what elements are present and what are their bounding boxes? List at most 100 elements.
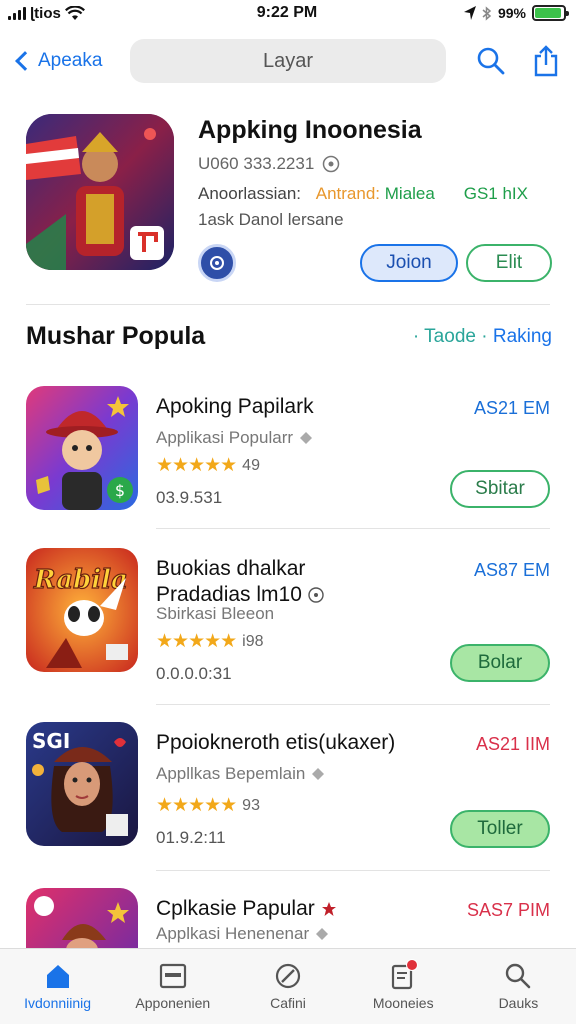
verified-icon: [312, 768, 325, 780]
app-action-button[interactable]: Toller: [450, 810, 550, 848]
join-button[interactable]: Joion: [360, 244, 458, 282]
app-name: Apoking Papilark: [156, 395, 314, 418]
share-icon[interactable]: [532, 45, 560, 77]
app-size: 0.0.0.0:31: [156, 664, 232, 683]
updates-icon: [388, 959, 419, 991]
list-item[interactable]: Rabila Buokias dhalkar Pradadias lm10 Sb…: [0, 548, 576, 698]
featured-app-title: Appking Inoonesia: [198, 116, 422, 144]
app-price: AS21 EM: [473, 398, 550, 418]
featured-app: Appking Inoonesia U060 333.2231 Anoorlas…: [0, 104, 576, 304]
info-icon: [323, 155, 340, 173]
rating-stars-icon: ★★★★★: [156, 631, 237, 652]
tab-label: Cafini: [270, 995, 306, 1011]
section-link-ranking[interactable]: Raking: [493, 326, 552, 347]
app-name-text: Cplkasie Papular: [156, 897, 315, 920]
tab-games[interactable]: Cafini: [230, 949, 345, 1024]
app-name: Cplkasie Papular: [156, 896, 337, 922]
featured-app-price: GS1 hIX: [463, 184, 528, 203]
tab-home[interactable]: Ivdonniinig: [0, 949, 115, 1024]
tab-label: Mooneies: [372, 995, 434, 1011]
divider: [156, 870, 550, 871]
back-label: Apeaka: [38, 50, 103, 71]
back-button[interactable]: Apeaka: [12, 50, 130, 72]
featured-app-tags: Anoorlassian: Antrand: Mialea GS1 hIX: [198, 184, 552, 204]
app-category-text: Applkasi Henenenar: [156, 924, 310, 943]
section-link-top[interactable]: · Taode ·: [413, 326, 488, 347]
section-header: Mushar Popula · Taode · Raking: [26, 322, 552, 351]
featured-app-stats-text: U060 333.2231: [198, 154, 315, 173]
status-time: 9:22 PM: [256, 4, 318, 21]
location-icon: [463, 6, 476, 20]
rating-count: 49: [242, 456, 260, 474]
app-category: Applkasi Henenenar: [156, 924, 329, 944]
signal-icon: [8, 6, 26, 20]
nav-bar: Apeaka Layar: [0, 32, 576, 90]
app-rating: ★★★★★ i98: [156, 630, 264, 653]
search-icon[interactable]: [476, 46, 506, 76]
svg-text:$: $: [115, 481, 125, 500]
tag-green: Mialea: [384, 184, 435, 203]
tab-label: Apponenien: [135, 995, 211, 1011]
app-category: Applikasi Popularr: [156, 428, 313, 448]
app-name: Ppoiokneroth etis(ukaxer): [156, 731, 396, 754]
apps-icon: [158, 961, 188, 991]
verified-icon: [316, 928, 329, 940]
featured-app-icon[interactable]: [26, 114, 174, 270]
edit-button[interactable]: Elit: [466, 244, 552, 282]
list-item[interactable]: $ Apoking Papilark Applikasi Popularr ★★…: [0, 386, 576, 536]
app-category: Sbirkasi Bleeon: [156, 604, 274, 624]
app-icon[interactable]: Rabila: [26, 548, 138, 672]
list-item[interactable]: SGI Ppoiokneroth etis(ukaxer) Appllkas B…: [0, 722, 576, 872]
app-icon[interactable]: [26, 888, 138, 948]
app-action-button[interactable]: Sbitar: [450, 470, 550, 508]
divider: [156, 704, 550, 705]
search-field[interactable]: Layar: [130, 39, 446, 83]
svg-text:Rabila: Rabila: [33, 565, 128, 595]
rating-count: i98: [242, 632, 264, 650]
app-icon[interactable]: $: [26, 386, 138, 510]
tab-search[interactable]: Dauks: [461, 949, 576, 1024]
star-badge-icon: [321, 902, 336, 916]
tab-apps[interactable]: Apponenien: [115, 949, 230, 1024]
divider: [156, 528, 550, 529]
list-item[interactable]: Cplkasie Papular Applkasi Henenenar SAS7…: [0, 888, 576, 948]
games-icon: [273, 961, 303, 991]
section-links[interactable]: · Taode · Raking: [413, 326, 552, 348]
tab-label: Dauks: [498, 995, 539, 1011]
featured-app-subtitle: 1ask Danol lersane: [198, 210, 344, 229]
battery-icon: [532, 5, 569, 21]
home-icon: [43, 961, 73, 991]
developer-badge-icon[interactable]: [198, 244, 236, 282]
rating-stars-icon: ★★★★★: [156, 455, 237, 476]
app-icon[interactable]: SGI: [26, 722, 138, 846]
app-category-text: Applikasi Popularr: [156, 428, 294, 447]
app-price: AS87 EM: [473, 560, 550, 580]
app-rating: ★★★★★ 49: [156, 454, 260, 477]
section-title: Mushar Popula: [26, 322, 206, 350]
bluetooth-icon: [482, 5, 492, 21]
app-category-text: Sbirkasi Bleeon: [156, 604, 275, 623]
tag-prefix: Anoorlassian:: [198, 184, 302, 203]
rating-count: 93: [242, 796, 260, 814]
rating-stars-icon: ★★★★★: [156, 795, 237, 816]
chevron-left-icon: [15, 51, 35, 71]
app-name: Buokias dhalkar Pradadias lm10: [156, 556, 346, 608]
app-size: 03.9.531: [156, 488, 223, 507]
divider: [26, 304, 550, 305]
info-icon: [308, 587, 324, 603]
tab-label: Ivdonniinig: [24, 995, 92, 1011]
app-category-text: Appllkas Bepemlain: [156, 764, 306, 783]
verified-icon: [300, 432, 313, 444]
tag-orange: Antrand:: [315, 184, 381, 203]
app-category: Appllkas Bepemlain: [156, 764, 325, 784]
app-name-text: Buokias dhalkar Pradadias lm10: [156, 557, 306, 606]
featured-app-stats: U060 333.2231: [198, 154, 340, 174]
search-icon: [503, 961, 533, 991]
carrier-label: ɭtios: [30, 4, 61, 22]
app-action-button[interactable]: Bolar: [450, 644, 550, 682]
app-price: AS21 IIM: [475, 734, 550, 754]
status-bar: ɭtios 9:22 PM 99%: [0, 0, 576, 26]
app-size: 01.9.2:11: [156, 828, 226, 847]
tab-updates[interactable]: Mooneies: [346, 949, 461, 1024]
app-price: SAS7 PIM: [466, 900, 550, 920]
